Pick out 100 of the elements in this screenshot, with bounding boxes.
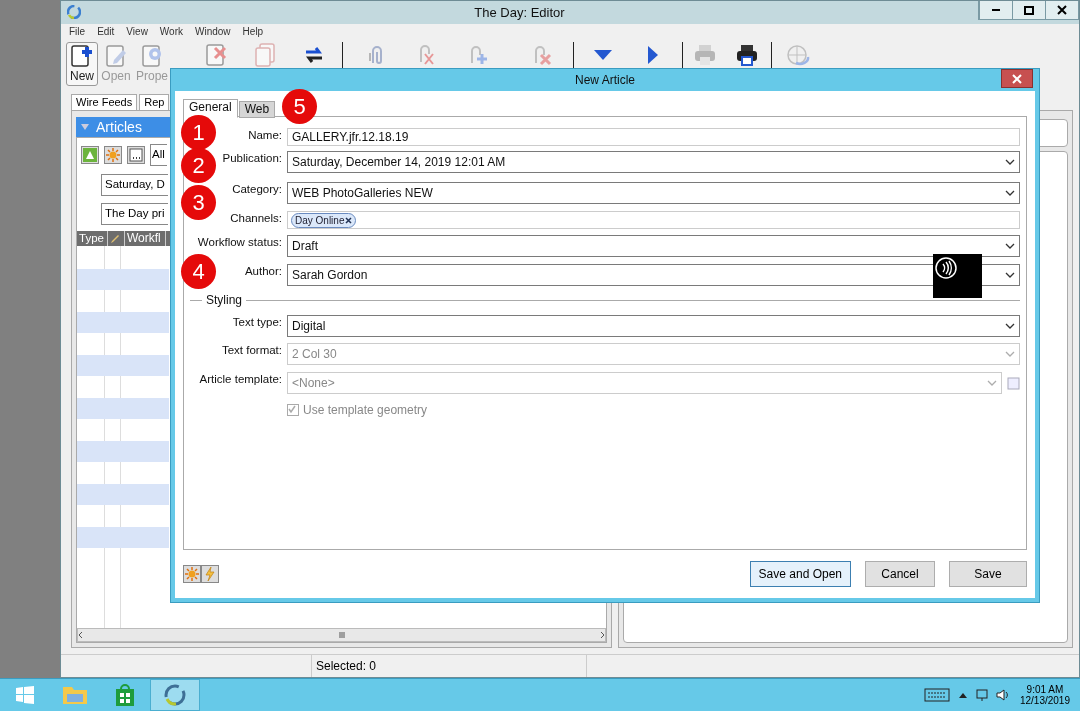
dialog-button[interactable]: Save and Open	[749, 560, 851, 587]
ellipsis-icon	[129, 148, 143, 162]
clock[interactable]: 9:01 AM 12/13/2019	[1007, 684, 1080, 706]
clock-date: 12/13/2019	[1019, 695, 1070, 706]
speaker-icon[interactable]	[995, 689, 1008, 701]
globe-icon	[786, 45, 810, 65]
edit-document-icon	[105, 45, 127, 67]
printer-icon	[736, 44, 758, 66]
tab[interactable]: General	[183, 99, 238, 118]
paperclip-cross-icon	[535, 45, 551, 65]
menu-item[interactable]: Work	[159, 26, 183, 40]
dropdown-chevron-icon	[1005, 323, 1015, 329]
printer-icon	[694, 44, 716, 66]
field-label: Channels:	[230, 211, 282, 224]
dropdown[interactable]: WEB PhotoGalleries NEW	[287, 182, 1020, 204]
new-document-icon	[71, 45, 93, 67]
field-label: Author:	[244, 264, 282, 277]
filter-button[interactable]	[104, 146, 122, 164]
close-icon	[1057, 5, 1067, 15]
dialog-button[interactable]: Save	[949, 560, 1027, 587]
publication-field[interactable]: The Day pri	[101, 203, 168, 225]
dropdown-chevron-icon	[1005, 190, 1015, 196]
delete-document-icon	[206, 44, 226, 66]
checkbox-label: Use template geometry	[303, 403, 428, 417]
dropdown-value: Saturday, December 14, 2019 12:01 AM	[292, 155, 507, 169]
close-button[interactable]	[1001, 69, 1033, 88]
dialog-button[interactable]: Cancel	[865, 560, 935, 587]
field-label: Name:	[248, 128, 282, 141]
status-text: Selected: 0	[312, 655, 587, 677]
contactless-icon	[935, 257, 957, 279]
field-label: Category:	[232, 182, 282, 195]
pencil-icon	[110, 233, 120, 244]
dropdown-value: Draft	[292, 239, 319, 253]
minimize-button[interactable]	[979, 1, 1012, 19]
close-button[interactable]	[1045, 1, 1078, 19]
filter-button[interactable]	[81, 146, 99, 164]
scroll-left-icon	[78, 631, 83, 639]
copy-document-icon	[255, 43, 275, 67]
store-icon	[115, 683, 135, 707]
paperclip-icon	[368, 46, 382, 64]
dropdown[interactable]: Digital	[287, 315, 1020, 337]
field-label: Text format:	[221, 343, 282, 356]
sun-icon	[105, 147, 121, 163]
dropdown-value: Sarah Gordon	[292, 268, 369, 282]
tool-button[interactable]	[183, 564, 201, 583]
chips-field[interactable]: Day Online	[287, 211, 1020, 229]
menu-item[interactable]: Help	[242, 26, 264, 40]
lightning-icon	[205, 565, 215, 582]
horizontal-scrollbar[interactable]	[77, 628, 606, 642]
tab[interactable]: Web	[238, 101, 276, 118]
tool-button[interactable]	[201, 564, 219, 583]
app-logo-icon	[165, 685, 185, 705]
tab[interactable]: Rep	[139, 94, 170, 110]
menu-item[interactable]: View	[126, 26, 148, 40]
gear-document-icon	[142, 45, 162, 67]
column-header[interactable]	[108, 231, 125, 246]
collapse-triangle-icon	[80, 123, 90, 131]
sun-icon	[184, 565, 200, 582]
column-header[interactable]: Workfl	[125, 231, 166, 246]
clock-time: 9:01 AM	[1026, 684, 1064, 695]
dropdown-chevron-icon	[1005, 272, 1015, 278]
filter-button[interactable]	[127, 146, 145, 164]
date-field[interactable]: Saturday, D	[101, 174, 168, 196]
dropdown-chevron-icon	[1005, 159, 1015, 165]
field-label: Workflow status:	[197, 235, 282, 248]
dropdown[interactable]: Sarah Gordon	[287, 264, 1020, 286]
dropdown-chevron-icon	[1005, 351, 1015, 357]
tab[interactable]: Wire Feeds	[71, 94, 138, 110]
template-button-icon[interactable]	[1007, 376, 1020, 390]
dropdown[interactable]: Draft	[287, 235, 1020, 257]
minimize-icon	[991, 8, 1001, 12]
scroll-right-icon	[600, 631, 605, 639]
field-label: Article template:	[199, 372, 282, 385]
channel-chip[interactable]: Day Online	[291, 212, 357, 228]
keyboard-icon[interactable]	[923, 688, 950, 702]
dropdown-chevron-icon	[1005, 243, 1015, 249]
paperclip-scissors-icon	[420, 45, 434, 65]
filter-dropdown[interactable]: All	[150, 144, 167, 166]
maximize-icon	[1024, 5, 1034, 15]
dropdown[interactable]: Saturday, December 14, 2019 12:01 AM	[287, 151, 1020, 173]
field-label: Text type:	[232, 315, 282, 328]
paperclip-plus-icon	[470, 45, 488, 65]
text-field[interactable]: GALLERY.jfr.12.18.19	[287, 128, 1020, 146]
taskbar-item[interactable]	[150, 679, 200, 711]
column-header[interactable]: Type	[77, 231, 108, 246]
dropdown-chevron-icon	[987, 380, 997, 386]
dropdown-value: WEB PhotoGalleries NEW	[292, 186, 434, 200]
menu-item[interactable]: Window	[195, 26, 231, 40]
toolbar-button[interactable]: New	[66, 42, 98, 86]
network-icon[interactable]	[975, 688, 988, 702]
app-logo-icon	[67, 5, 81, 19]
menu-item[interactable]: Edit	[97, 26, 115, 40]
maximize-button[interactable]	[1012, 1, 1045, 19]
field-label: Publication:	[222, 151, 282, 164]
menu-item[interactable]: File	[69, 26, 86, 40]
show-hidden-icon[interactable]	[957, 691, 968, 699]
close-icon	[1012, 73, 1022, 84]
right-triangle-icon	[647, 45, 659, 65]
scroll-grip-icon	[338, 631, 345, 639]
dialog-title: New Article	[575, 73, 635, 87]
